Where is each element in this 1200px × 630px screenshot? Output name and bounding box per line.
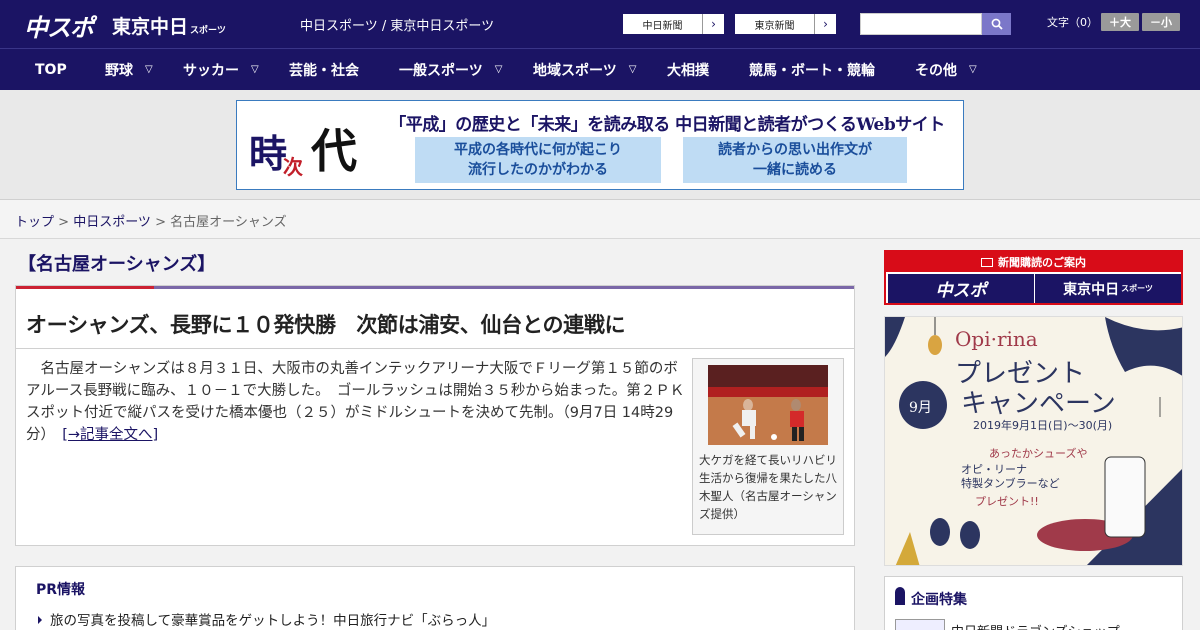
logo-tokyo-chunichi-small: スポーツ — [190, 26, 226, 36]
subscription-header-label: 新聞購読のご案内 — [998, 256, 1086, 269]
jidai-char-1: 時 — [249, 131, 288, 176]
nav-item-sumo[interactable]: 大相撲 — [667, 49, 709, 90]
section-title: 【名古屋オーシャンズ】 — [18, 254, 216, 275]
banner-box-right-line2: 一緒に読める — [753, 162, 837, 178]
breadcrumb-separator: > — [54, 215, 74, 230]
chevron-down-icon: ▽ — [145, 64, 153, 75]
nav-item-baseball[interactable]: 野球 ▽ — [105, 49, 153, 90]
font-smaller-button[interactable]: －小 — [1142, 13, 1180, 31]
subscribe-tokyo-chunichi-label: 東京中日 — [1063, 281, 1120, 298]
photo-caption: 大ケガを経て長いリハビリ生活から復帰を果たした八木聖人（名古屋オーシャンズ提供） — [699, 453, 837, 521]
article-body: 名古屋オーシャンズは８月３１日、大阪市の丸善インテックアリーナ大阪でＦリーグ第１… — [26, 358, 686, 446]
font-larger-button[interactable]: ＋大 — [1101, 13, 1139, 31]
nav-item-racing[interactable]: 競馬・ボート・競輪 — [749, 49, 875, 90]
promo-copy-4: プレゼント!! — [975, 495, 1039, 508]
jidai-banner-ad[interactable]: 時 次 代 「平成」の歴史と「未来」を読み取る 中日新聞と読者がつくるWebサイ… — [236, 100, 964, 190]
subscription-header: 新聞購読のご案内 — [886, 252, 1181, 272]
search-input[interactable] — [860, 13, 982, 35]
feature-section: 企画特集 中日新聞ドラゴンズショップ — [884, 576, 1183, 630]
breadcrumb-separator: > — [150, 215, 171, 230]
banner-box-left-line2: 流行したのかがわかる — [468, 162, 608, 178]
article-card: オーシャンズ、長野に１０発快勝 次節は浦安、仙台との連戦に 名古屋オーシャンズは… — [15, 285, 855, 546]
article-photo-box: 大ケガを経て長いリハビリ生活から復帰を果たした八木聖人（名古屋オーシャンズ提供） — [692, 358, 844, 535]
article-title[interactable]: オーシャンズ、長野に１０発快勝 次節は浦安、仙台との連戦に — [26, 309, 626, 339]
chevron-down-icon: ▽ — [969, 64, 977, 75]
chevron-right-icon: › — [823, 17, 828, 31]
nav-label: その他 — [915, 62, 957, 79]
paper-link-label: 東京新聞 — [735, 14, 815, 34]
nav-item-soccer[interactable]: サッカー ▽ — [183, 49, 259, 90]
feature-title: 企画特集 — [911, 592, 967, 608]
nav-label: 野球 — [105, 62, 133, 79]
banner-headline: 「平成」の歴史と「未来」を読み取る 中日新聞と読者がつくるWebサイト — [377, 107, 957, 137]
jidai-char-2: 次 — [283, 155, 303, 179]
nav-label: サッカー — [183, 62, 239, 79]
header-bar: 中スポ 東京中日 スポーツ 中日スポーツ / 東京中日スポーツ 中日新聞 › 東京… — [0, 0, 1200, 48]
newspaper-icon — [981, 257, 993, 267]
chevron-down-icon: ▽ — [494, 64, 503, 75]
feature-thumbnail[interactable] — [895, 619, 945, 630]
subscribe-tokyo-chunichi-button[interactable]: 東京中日 スポーツ — [1035, 274, 1181, 303]
article-photo[interactable] — [708, 365, 828, 445]
article-divider — [16, 348, 854, 349]
article-top-accent — [16, 286, 154, 289]
promo-copy-1: あったかシューズや — [989, 447, 1088, 460]
pr-section: PR情報 旅の写真を投稿して豪華賞品をゲットしよう！中日旅行ナビ「ぶらっ人」 — [15, 566, 855, 630]
font-size-label: 文字（0） — [1047, 16, 1098, 29]
nav-item-top[interactable]: TOP — [35, 49, 67, 90]
nav-item-local-sports[interactable]: 地域スポーツ ▽ — [533, 49, 636, 90]
site-title: 中日スポーツ / 東京中日スポーツ — [300, 19, 495, 34]
ribbon-icon — [895, 587, 905, 605]
nav-label: 競馬・ボート・競輪 — [749, 62, 875, 79]
futsal-photo-image — [708, 365, 828, 445]
bullet-triangle-icon — [38, 616, 42, 624]
chevron-right-icon: › — [711, 17, 716, 31]
promo-copy-3: 特製タンブラーなど — [961, 477, 1060, 490]
chevron-down-icon: ▽ — [628, 64, 637, 75]
tokyo-shimbun-link[interactable]: 東京新聞 › — [734, 13, 837, 35]
nav-item-other[interactable]: その他 ▽ — [915, 49, 977, 90]
banner-box-left: 平成の各時代に何が起こり 流行したのかがわかる — [415, 137, 661, 183]
nav-label: 一般スポーツ — [399, 62, 483, 79]
promo-dates: 2019年9月1日(日)〜30(月) — [973, 419, 1113, 432]
banner-box-right: 読者からの思い出作文が 一緒に読める — [683, 137, 907, 183]
breadcrumb-section-link[interactable]: 中日スポーツ — [73, 215, 151, 230]
logo-chuspo[interactable]: 中スポ — [24, 8, 94, 43]
pr-item-label: 旅の写真を投稿して豪華賞品をゲットしよう！中日旅行ナビ「ぶらっ人」 — [50, 613, 496, 629]
subscribe-tokyo-chunichi-small: スポーツ — [1121, 284, 1153, 293]
jidai-logo: 時 次 代 — [241, 105, 369, 187]
logo-tokyo-chunichi-text: 東京中日 — [112, 16, 189, 38]
breadcrumb: トップ > 中日スポーツ > 名古屋オーシャンズ — [15, 211, 287, 230]
paper-link-label: 中日新聞 — [623, 14, 703, 34]
banner-box-right-line1: 読者からの思い出作文が — [718, 142, 872, 158]
nav-label: 地域スポーツ — [533, 62, 617, 79]
subscribe-chuspo-button[interactable]: 中スポ — [888, 274, 1034, 303]
read-more-link[interactable]: [→記事全文へ] — [62, 427, 158, 443]
main-nav: TOP 野球 ▽ サッカー ▽ 芸能・社会 一般スポーツ ▽ 地域スポーツ ▽ 大相撲 … — [0, 48, 1200, 90]
nav-label: 大相撲 — [667, 62, 709, 79]
nav-label: 芸能・社会 — [289, 62, 359, 79]
nav-item-general-sports[interactable]: 一般スポーツ ▽ — [399, 49, 502, 90]
pr-item[interactable]: 旅の写真を投稿して豪華賞品をゲットしよう！中日旅行ナビ「ぶらっ人」 — [38, 609, 495, 629]
feature-item[interactable]: 中日新聞ドラゴンズショップ — [951, 621, 1120, 630]
jidai-char-3: 代 — [311, 124, 357, 178]
nav-item-entertainment[interactable]: 芸能・社会 — [289, 49, 359, 90]
banner-box-left-line1: 平成の各時代に何が起こり — [454, 142, 622, 158]
search-icon — [991, 18, 1003, 30]
search-button[interactable] — [982, 13, 1011, 35]
breadcrumb-current: 名古屋オーシャンズ — [170, 215, 287, 230]
chunichi-shimbun-link[interactable]: 中日新聞 › — [622, 13, 725, 35]
logo-tokyo-chunichi[interactable]: 東京中日 スポーツ — [112, 12, 226, 39]
promo-month: 9月 — [909, 400, 932, 416]
nav-label: TOP — [35, 61, 67, 78]
breadcrumb-home-link[interactable]: トップ — [15, 215, 54, 230]
promo-title-2: キャンペーン — [961, 389, 1116, 419]
opirina-promo-ad[interactable]: Opi·rina プレゼント キャンペーン 9月 2019年9月1日(日)〜30… — [884, 316, 1183, 566]
chevron-down-icon: ▽ — [251, 64, 259, 75]
promo-brand: Opi·rina — [955, 327, 1038, 351]
pr-title: PR情報 — [36, 582, 86, 598]
subscription-box: 新聞購読のご案内 中スポ 東京中日 スポーツ — [884, 250, 1183, 305]
